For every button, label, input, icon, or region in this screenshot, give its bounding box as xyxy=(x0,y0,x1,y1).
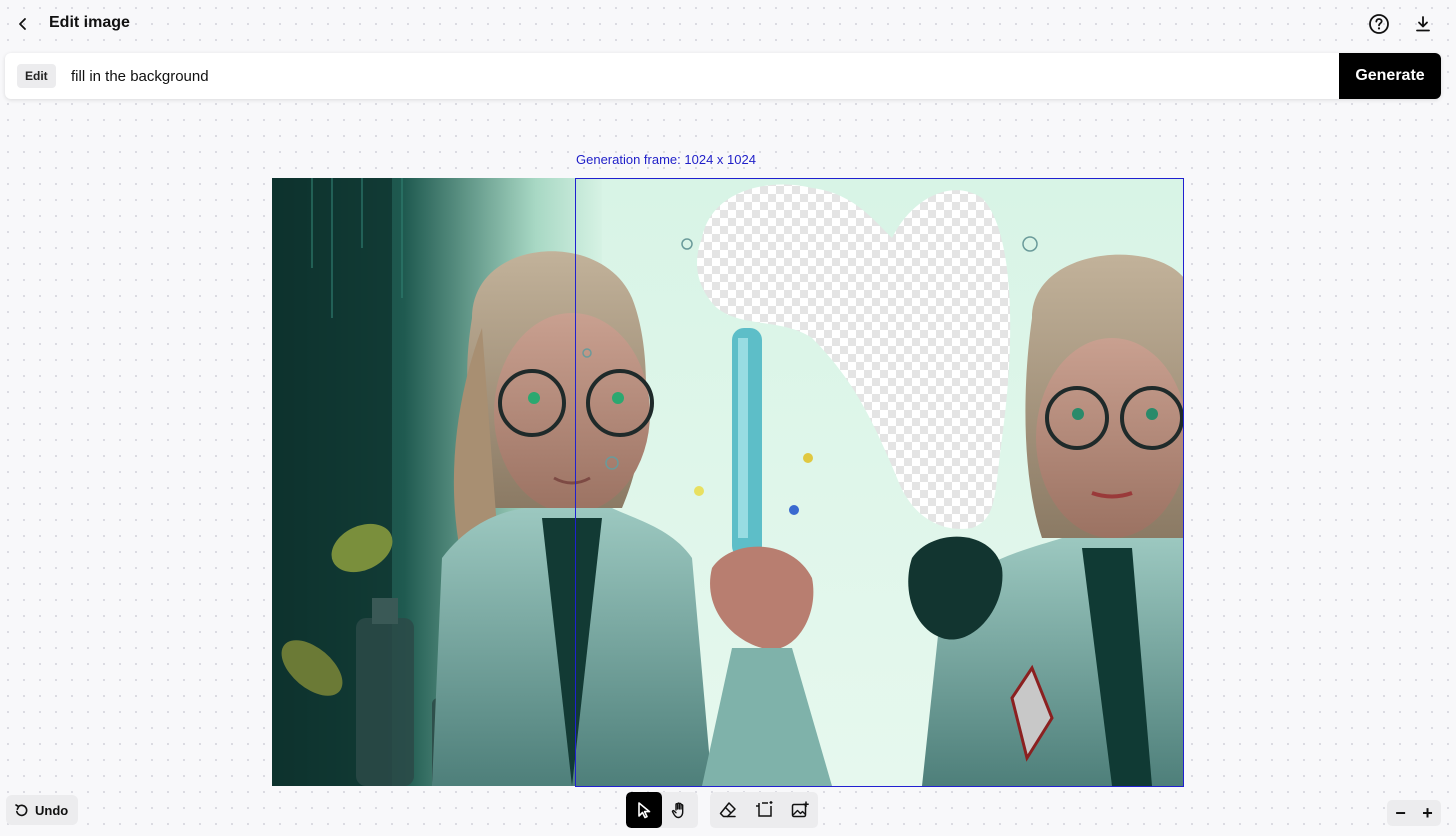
edit-tool-group xyxy=(710,792,818,828)
prompt-bar: Edit Generate xyxy=(5,53,1441,99)
undo-label: Undo xyxy=(35,802,69,818)
generate-button[interactable]: Generate xyxy=(1339,53,1441,99)
add-frame-tool[interactable] xyxy=(746,792,782,828)
chevron-left-icon xyxy=(19,18,26,30)
back-button[interactable] xyxy=(10,12,36,36)
eraser-icon xyxy=(719,802,736,818)
upload-image-tool[interactable] xyxy=(782,792,818,828)
add-frame-icon xyxy=(756,801,773,817)
hand-icon xyxy=(671,802,684,819)
question-circle-icon xyxy=(1369,14,1389,34)
image-plus-icon xyxy=(791,801,809,818)
help-button[interactable] xyxy=(1366,11,1392,37)
download-button[interactable] xyxy=(1410,11,1436,37)
zoom-in-button[interactable]: + xyxy=(1414,800,1441,826)
eraser-tool[interactable] xyxy=(710,792,746,828)
zoom-out-button[interactable]: − xyxy=(1387,800,1414,826)
navigation-tool-group xyxy=(626,792,698,828)
prompt-input[interactable] xyxy=(71,61,1321,91)
cursor-arrow-icon xyxy=(638,802,651,819)
header-bar: Edit image xyxy=(0,0,1456,48)
zoom-controls: − + xyxy=(1387,800,1441,826)
select-tool[interactable] xyxy=(626,792,662,828)
pan-tool[interactable] xyxy=(662,792,698,828)
edit-mode-badge: Edit xyxy=(17,64,56,88)
artwork xyxy=(272,178,1184,786)
download-icon xyxy=(1416,16,1430,32)
page-title: Edit image xyxy=(49,14,130,31)
generation-frame-label: Generation frame: 1024 x 1024 xyxy=(576,152,756,167)
undo-icon xyxy=(15,803,28,816)
canvas-image[interactable] xyxy=(272,178,1184,786)
undo-button[interactable]: Undo xyxy=(6,795,79,825)
